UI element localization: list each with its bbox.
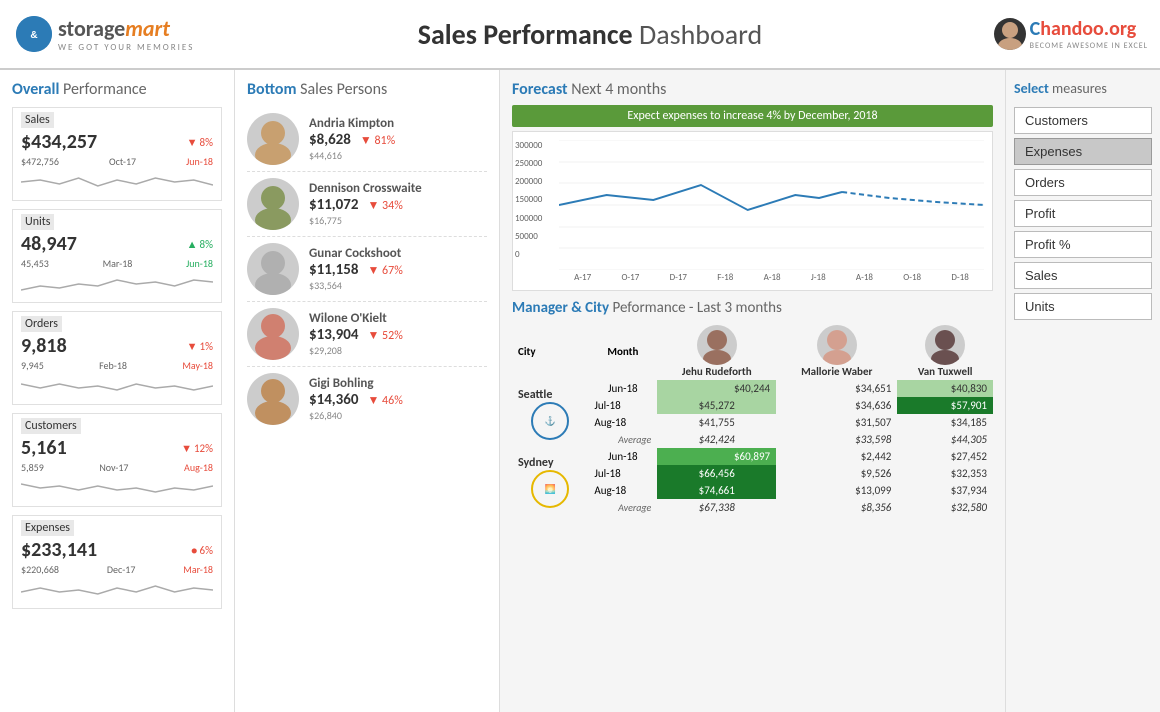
- main-content: Overall Performance Sales $434,257 ▼ 8% …: [0, 70, 1160, 712]
- manager-table: City Month Jehu Rudeforth Mallorie Waber: [512, 323, 993, 516]
- logo-sub: WE GOT YOUR MEMORIES: [58, 42, 194, 53]
- salesperson-item: Dennison Crosswaite $11,072 ▼ 34% $16,77…: [247, 172, 487, 237]
- city-label-seattle: Seattle ⚓: [512, 380, 588, 448]
- sales-metric-card: Sales $434,257 ▼ 8% $472,756 Oct-17 Jun-…: [12, 107, 222, 201]
- sydney-icon: 🌅: [531, 470, 569, 508]
- expenses-label: Expenses: [21, 520, 74, 536]
- manager-avatar-col: Mallorie Waber: [776, 323, 897, 380]
- forecast-chart: 300000 250000 200000 150000 100000 50000…: [512, 131, 993, 291]
- measure-btn-orders[interactable]: Orders: [1014, 169, 1152, 196]
- bottom-sales-title: Bottom Sales Persons: [247, 80, 487, 99]
- customers-label: Customers: [21, 418, 81, 434]
- orders-change: ▼ 1%: [187, 340, 213, 353]
- salesperson-info: Andria Kimpton $8,628 ▼ 81% $44,616: [309, 116, 487, 162]
- customers-value: 5,161: [21, 436, 67, 460]
- sales-change: ▼ 8%: [187, 136, 213, 149]
- manager-avatar-2: [817, 325, 857, 365]
- chandoo-avatar: [994, 18, 1026, 50]
- measure-btn-profit-pct[interactable]: Profit %: [1014, 231, 1152, 258]
- salesperson-info: Gunar Cockshoot $11,158 ▼ 67% $33,564: [309, 246, 487, 292]
- table-row: Sydney 🌅 Jun-18 $60,897 $2,442 $27,452: [512, 448, 993, 465]
- customers-metric-card: Customers 5,161 ▼ 12% 5,859 Nov-17 Aug-1…: [12, 413, 222, 507]
- col-month: Month: [588, 323, 657, 380]
- sales-label: Sales: [21, 112, 54, 128]
- right-main: Forecast Next 4 months Expect expenses t…: [500, 70, 1005, 712]
- manager-avatar-1: [697, 325, 737, 365]
- salesperson-item: Andria Kimpton $8,628 ▼ 81% $44,616: [247, 107, 487, 172]
- salesperson-avatar: [247, 178, 299, 230]
- forecast-banner: Expect expenses to increase 4% by Decemb…: [512, 105, 993, 127]
- salesperson-item: Gunar Cockshoot $11,158 ▼ 67% $33,564: [247, 237, 487, 302]
- expenses-change: ● 6%: [191, 544, 213, 557]
- left-panel: Overall Performance Sales $434,257 ▼ 8% …: [0, 70, 235, 712]
- logo-text: storagemart: [58, 15, 194, 42]
- logo-area: & storagemart WE GOT YOUR MEMORIES: [0, 7, 220, 61]
- orders-value: 9,818: [21, 334, 67, 358]
- manager-avatar-3: [925, 325, 965, 365]
- middle-panel: Bottom Sales Persons Andria Kimpton $8,6…: [235, 70, 500, 712]
- col-city: City: [512, 323, 588, 380]
- expenses-value: $233,141: [21, 538, 97, 562]
- measure-btn-customers[interactable]: Customers: [1014, 107, 1152, 134]
- salesperson-avatar: [247, 113, 299, 165]
- orders-metric-card: Orders 9,818 ▼ 1% 9,945 Feb-18 May-18: [12, 311, 222, 405]
- customers-change: ▼ 12%: [181, 442, 213, 455]
- measure-btn-profit[interactable]: Profit: [1014, 200, 1152, 227]
- orders-label: Orders: [21, 316, 62, 332]
- units-change: ▲ 8%: [187, 238, 213, 251]
- salesperson-avatar: [247, 373, 299, 425]
- manager-avatar-col: Jehu Rudeforth: [657, 323, 776, 380]
- city-label-sydney: Sydney 🌅: [512, 448, 588, 516]
- salesperson-avatar: [247, 243, 299, 295]
- forecast-title: Forecast Next 4 months: [512, 80, 993, 99]
- chart-svg: [559, 140, 984, 270]
- sales-value: $434,257: [21, 130, 97, 154]
- units-label: Units: [21, 214, 54, 230]
- logo-icon: &: [16, 16, 52, 52]
- measure-btn-expenses[interactable]: Expenses: [1014, 138, 1152, 165]
- select-panel: Select measures Customers Expenses Order…: [1005, 70, 1160, 712]
- salesperson-avatar: [247, 308, 299, 360]
- chart-x-labels: A-17 O-17 D-17 F-18 A-18 J-18 A-18 O-18 …: [559, 272, 984, 283]
- chandoo-logo: Chandoo.org BECOME AWESOME IN EXCEL: [994, 17, 1148, 51]
- manager-title: Manager & City Peformance - Last 3 month…: [512, 299, 993, 317]
- manager-avatar-col: Van Tuxwell: [897, 323, 993, 380]
- units-value: 48,947: [21, 232, 77, 256]
- overall-performance-title: Overall Performance: [12, 80, 222, 99]
- chart-y-labels: 300000 250000 200000 150000 100000 50000…: [515, 140, 550, 260]
- seattle-icon: ⚓: [531, 402, 569, 440]
- page-title: Sales Performance Dashboard: [220, 17, 960, 52]
- salesperson-info: Wilone O'Kielt $13,904 ▼ 52% $29,208: [309, 311, 487, 357]
- header: & storagemart WE GOT YOUR MEMORIES Sales…: [0, 0, 1160, 70]
- measure-btn-sales[interactable]: Sales: [1014, 262, 1152, 289]
- svg-text:&: &: [30, 30, 37, 41]
- header-right: Chandoo.org BECOME AWESOME IN EXCEL: [960, 17, 1160, 51]
- salesperson-item: Wilone O'Kielt $13,904 ▼ 52% $29,208: [247, 302, 487, 367]
- measure-btn-units[interactable]: Units: [1014, 293, 1152, 320]
- salesperson-info: Dennison Crosswaite $11,072 ▼ 34% $16,77…: [309, 181, 487, 227]
- expenses-metric-card: Expenses $233,141 ● 6% $220,668 Dec-17 M…: [12, 515, 222, 609]
- salesperson-info: Gigi Bohling $14,360 ▼ 46% $26,840: [309, 376, 487, 422]
- units-metric-card: Units 48,947 ▲ 8% 45,453 Mar-18 Jun-18: [12, 209, 222, 303]
- table-row: Seattle ⚓ Jun-18 $40,244 $34,651 $40,830: [512, 380, 993, 397]
- select-measures-title: Select measures: [1014, 80, 1152, 97]
- salesperson-item: Gigi Bohling $14,360 ▼ 46% $26,840: [247, 367, 487, 431]
